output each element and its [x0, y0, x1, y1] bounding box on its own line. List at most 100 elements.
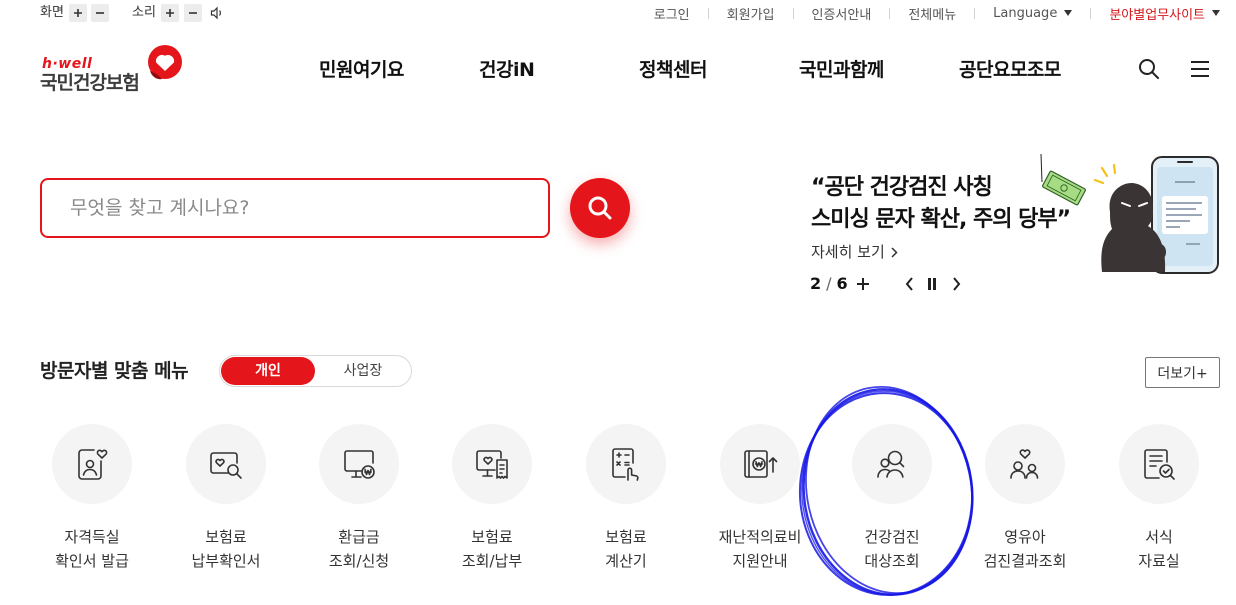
quick-menu-label: 환급금 조회/신청 [294, 525, 424, 573]
label-line: 자격득실 [64, 528, 120, 546]
label-line: 조회/납부 [461, 552, 523, 570]
label-line: 대상조회 [864, 552, 920, 570]
document-won-arrow-icon [744, 450, 778, 478]
banner-expand-button[interactable] [855, 276, 871, 292]
divider [707, 7, 709, 19]
login-link[interactable]: 로그인 [654, 4, 690, 23]
banner-pager: 2 / 6 [810, 273, 848, 295]
quick-menu-icon-circle [452, 424, 532, 504]
label-line: 영유아 [1004, 528, 1046, 546]
quick-menu-label: 보험료 계산기 [561, 525, 691, 573]
header-search-button[interactable] [1136, 56, 1162, 82]
visitor-menu-title: 방문자별 맞춤 메뉴 [40, 360, 189, 382]
minus-icon [96, 12, 104, 14]
quick-menu-item[interactable]: 재난적의료비 지원안내 [695, 424, 825, 574]
logo-name-text: 국민건강보험 [40, 72, 140, 94]
field-sites-dropdown[interactable]: 분야별업무사이트 [1109, 4, 1220, 23]
quick-menu-item[interactable]: 보험료 납부확인서 [161, 424, 291, 574]
banner-pause-button[interactable] [924, 276, 940, 292]
chevron-right-icon [952, 277, 960, 291]
search-submit-button[interactable] [570, 178, 630, 238]
search-input[interactable] [40, 178, 550, 238]
heart-logo-icon [148, 45, 182, 80]
label-line: 보험료 [205, 528, 247, 546]
speaker-icon [210, 6, 221, 20]
chevron-left-icon [905, 277, 913, 291]
pager-current: 2 [810, 274, 822, 293]
label-line: 계산기 [605, 552, 647, 570]
sound-toggle-button[interactable] [208, 4, 226, 22]
quick-menu-label: 재난적의료비 지원안내 [695, 525, 825, 573]
tab-business[interactable]: 사업장 [316, 357, 410, 385]
all-menu-button[interactable] [1187, 56, 1213, 82]
calculator-hand-icon [612, 448, 639, 481]
more-menu-button[interactable]: 더보기+ [1145, 357, 1220, 388]
quick-menu-item[interactable]: 서식 자료실 [1094, 424, 1224, 574]
label-line: 확인서 발급 [55, 552, 129, 570]
quick-menu-icon-circle [52, 424, 132, 504]
label-line: 건강검진 [864, 528, 920, 546]
label-line: 지원안내 [732, 552, 788, 570]
banner-next-button[interactable] [948, 276, 964, 292]
quick-menu-item[interactable]: 영유아 검진결과조회 [960, 424, 1090, 574]
quick-menu-item[interactable]: 환급금 조회/신청 [294, 424, 424, 574]
tab-individual[interactable]: 개인 [221, 357, 315, 385]
language-label: Language [993, 5, 1058, 21]
quick-menu-icon-circle [852, 424, 932, 504]
minus-icon [189, 12, 197, 14]
full-menu-link[interactable]: 전체메뉴 [908, 4, 956, 23]
nav-with-citizens[interactable]: 국민과함께 [799, 57, 884, 83]
quick-menu-icon-circle [985, 424, 1065, 504]
hamburger-menu-icon [1191, 61, 1209, 77]
quick-menu-item[interactable]: 보험료 계산기 [561, 424, 691, 574]
sound-up-button[interactable] [161, 4, 179, 22]
banner-more-label: 자세히 보기 [811, 243, 885, 261]
label-line: 보험료 [605, 528, 647, 546]
banner-title-line2: 스미싱 문자 확산, 주의 당부” [811, 207, 1071, 232]
certificate-guide-link[interactable]: 인증서안내 [812, 4, 872, 23]
quick-menu-label: 보험료 조회/납부 [427, 525, 557, 573]
utility-links: 로그인 회원가입 인증서안내 전체메뉴 Language 분야별업무사이트 [654, 3, 1220, 23]
pause-icon [928, 278, 936, 290]
pager-separator: / [826, 274, 832, 293]
quick-menu-icon-circle [720, 424, 800, 504]
nav-policy-center[interactable]: 정책센터 [639, 57, 707, 83]
quick-menu-item[interactable]: 자격득실 확인서 발급 [27, 424, 157, 574]
plus-icon [857, 278, 869, 290]
card-heart-search-icon [210, 452, 242, 479]
sound-down-button[interactable] [184, 4, 202, 22]
label-line: 납부확인서 [191, 552, 261, 570]
signup-link[interactable]: 회원가입 [727, 4, 775, 23]
field-sites-label: 분야별업무사이트 [1109, 7, 1205, 23]
caret-down-icon [1064, 10, 1073, 16]
label-line: 재난적의료비 [718, 528, 802, 546]
plus-icon [74, 9, 82, 17]
nav-health-in[interactable]: 건강iN [479, 57, 535, 83]
monitor-won-icon [344, 450, 375, 479]
quick-menu-label: 보험료 납부확인서 [161, 525, 291, 573]
language-dropdown[interactable]: Language [993, 5, 1073, 21]
banner-prev-button[interactable] [901, 276, 917, 292]
nav-about-nhis[interactable]: 공단요모조모 [959, 57, 1061, 83]
quick-menu-item[interactable]: 보험료 조회/납부 [427, 424, 557, 574]
search-icon [1139, 59, 1159, 79]
banner-more-link[interactable]: 자세히 보기 [811, 241, 898, 263]
quick-menu-label: 서식 자료실 [1094, 525, 1224, 573]
monitor-heart-receipt-icon [476, 450, 508, 479]
nhis-logo[interactable]: h·well 국민건강보험 [40, 44, 185, 96]
people-search-icon [877, 450, 905, 478]
quick-menu-item[interactable]: 건강검진 대상조회 [827, 424, 957, 574]
pager-total: 6 [836, 274, 848, 293]
screen-size-label: 화면 [40, 5, 64, 20]
caret-down-icon [1212, 10, 1220, 16]
parent-child-heart-icon [1010, 449, 1039, 479]
quick-menu-icon-circle [319, 424, 399, 504]
screen-zoom-out-button[interactable] [91, 4, 109, 22]
quick-menu-label: 건강검진 대상조회 [827, 525, 957, 573]
nav-civil-service[interactable]: 민원여기요 [319, 57, 404, 83]
label-line: 보험료 [471, 528, 513, 546]
plus-icon [166, 9, 174, 17]
screen-zoom-in-button[interactable] [69, 4, 87, 22]
chevron-right-icon [891, 246, 898, 258]
label-line: 서식 [1145, 528, 1173, 546]
